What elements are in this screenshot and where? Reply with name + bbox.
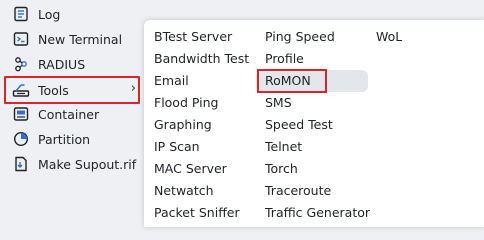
partition-icon xyxy=(12,130,30,148)
menu-item-torch[interactable]: Torch xyxy=(265,159,298,179)
menu-item-profile[interactable]: Profile xyxy=(265,49,304,69)
sidebar-item-label: RADIUS xyxy=(38,56,86,72)
menu-item-packet-sniffer[interactable]: Packet Sniffer xyxy=(154,203,240,223)
menu-item-email[interactable]: Email xyxy=(154,71,189,91)
sidebar-item-log[interactable]: Log xyxy=(8,2,144,26)
sidebar-item-label: Container xyxy=(38,106,100,122)
sidebar-item-container[interactable]: Container xyxy=(8,102,144,126)
menu-item-telnet[interactable]: Telnet xyxy=(265,137,302,157)
tools-submenu: BTest Server Bandwidth Test Email Flood … xyxy=(144,20,484,227)
menu-item-ip-scan[interactable]: IP Scan xyxy=(154,137,200,157)
container-icon xyxy=(12,105,30,123)
menu-item-traffic-generator[interactable]: Traffic Generator xyxy=(265,203,370,223)
sidebar-item-label: New Terminal xyxy=(38,31,123,47)
menu-item-mac-server[interactable]: MAC Server xyxy=(154,159,227,179)
menu-item-graphing[interactable]: Graphing xyxy=(154,115,212,135)
menu-item-btest-server[interactable]: BTest Server xyxy=(154,27,232,47)
menu-item-flood-ping[interactable]: Flood Ping xyxy=(154,93,218,113)
sidebar-item-label: Make Supout.rif xyxy=(38,156,137,172)
menu-item-netwatch[interactable]: Netwatch xyxy=(154,181,214,201)
menu-item-wol[interactable]: WoL xyxy=(376,27,402,47)
romon-highlight-box xyxy=(257,69,327,93)
menu-item-bandwidth-test[interactable]: Bandwidth Test xyxy=(154,49,249,69)
menu-item-ping-speed[interactable]: Ping Speed xyxy=(265,27,335,47)
menu-item-traceroute[interactable]: Traceroute xyxy=(265,181,331,201)
tools-highlight-box xyxy=(4,76,140,104)
menu-item-sms[interactable]: SMS xyxy=(265,93,292,113)
log-icon xyxy=(12,5,30,23)
sidebar-item-label: Partition xyxy=(38,131,91,147)
radius-icon xyxy=(12,55,30,73)
file-icon xyxy=(12,155,30,173)
terminal-icon xyxy=(12,30,30,48)
sidebar: Log New Terminal RADIUS Tools › Containe… xyxy=(0,0,160,227)
sidebar-item-radius[interactable]: RADIUS xyxy=(8,52,144,76)
sidebar-item-new-terminal[interactable]: New Terminal xyxy=(8,27,144,51)
sidebar-item-label: Log xyxy=(38,6,61,22)
menu-item-speed-test[interactable]: Speed Test xyxy=(265,115,333,135)
sidebar-item-partition[interactable]: Partition xyxy=(8,127,144,151)
sidebar-item-make-supout[interactable]: Make Supout.rif xyxy=(8,152,144,176)
